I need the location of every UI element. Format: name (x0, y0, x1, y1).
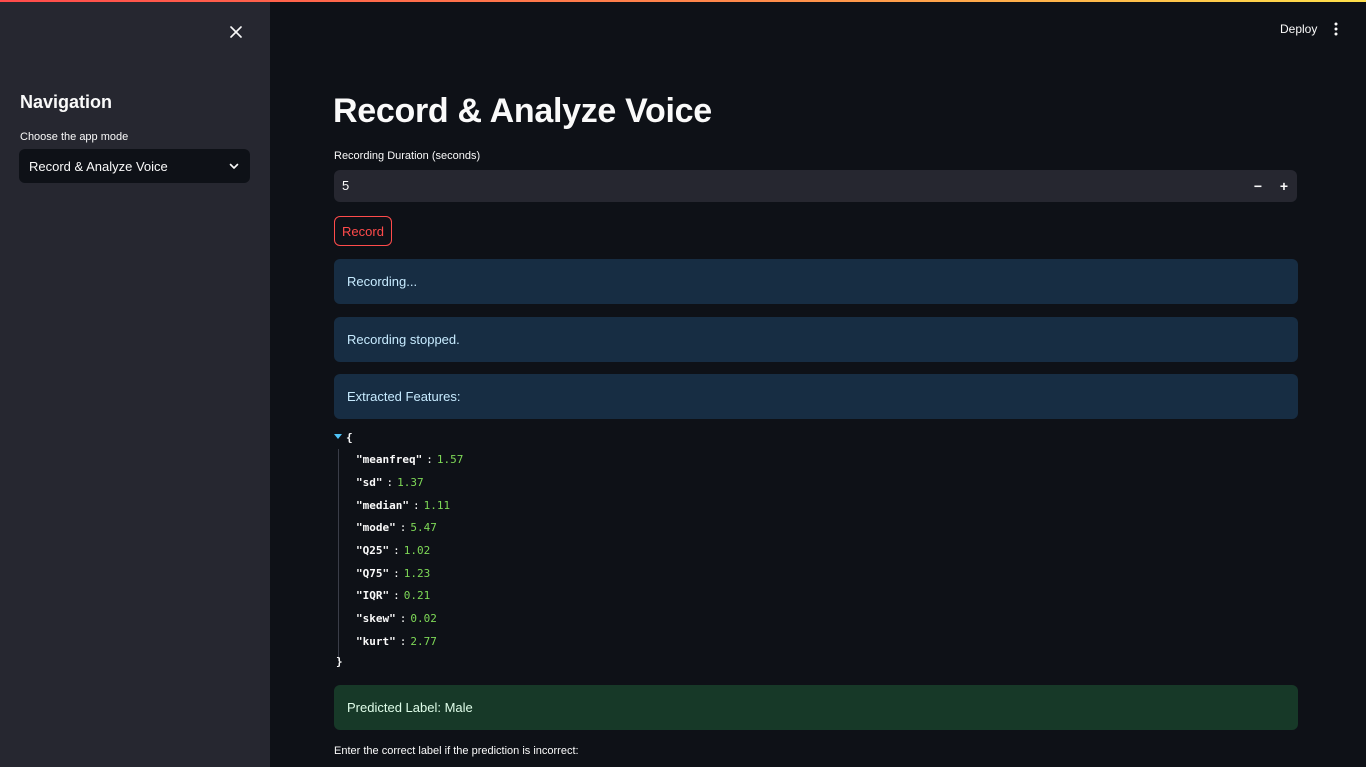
sidebar-title: Navigation (20, 92, 113, 112)
json-entry: "mode":5.47 (356, 521, 437, 534)
json-entry: "IQR":0.21 (356, 589, 431, 602)
extracted-features-alert: Extracted Features: (334, 374, 1298, 419)
mode-select-label: Choose the app mode (20, 131, 129, 143)
json-open-brace: { (346, 431, 353, 444)
recording-alert: Recording... (334, 259, 1298, 304)
mode-select-value: Record & Analyze Voice (29, 158, 168, 174)
chevron-down-icon (229, 163, 239, 169)
json-entry: "Q25":1.02 (356, 544, 431, 557)
json-entry: "Q75":1.23 (356, 567, 431, 580)
duration-label: Recording Duration (seconds) (334, 150, 481, 162)
close-icon (230, 26, 242, 38)
prediction-alert-text: Predicted Label: Male (347, 700, 473, 715)
duration-value[interactable]: 5 (342, 170, 349, 202)
mode-select[interactable]: Record & Analyze Voice (19, 149, 250, 183)
json-entry: "meanfreq":1.57 (356, 453, 464, 466)
prediction-alert: Predicted Label: Male (334, 685, 1298, 730)
correct-label-prompt: Enter the correct label if the predictio… (334, 745, 579, 757)
duration-number-input[interactable]: 5 − + (334, 170, 1297, 202)
page-title: Record & Analyze Voice (333, 92, 712, 130)
deploy-button[interactable]: Deploy (1274, 18, 1323, 40)
more-vertical-icon (1334, 22, 1338, 36)
extracted-features-alert-text: Extracted Features: (347, 389, 461, 404)
main-menu-button[interactable] (1325, 18, 1347, 40)
record-button[interactable]: Record (334, 216, 392, 246)
json-entries: "meanfreq":1.57 "sd":1.37 "median":1.11 … (338, 449, 539, 661)
json-entry: "sd":1.37 (356, 476, 424, 489)
sidebar: Navigation Choose the app mode Record & … (0, 2, 270, 767)
decrement-button[interactable]: − (1247, 174, 1269, 198)
json-collapse-toggle-icon[interactable] (334, 434, 342, 439)
increment-button[interactable]: + (1273, 174, 1295, 198)
recording-alert-text: Recording... (347, 274, 418, 289)
json-entry: "skew":0.02 (356, 612, 437, 625)
json-entry: "kurt":2.77 (356, 635, 437, 648)
json-entry: "median":1.11 (356, 499, 451, 512)
sidebar-close-button[interactable] (224, 20, 248, 44)
recording-stopped-alert: Recording stopped. (334, 317, 1298, 362)
recording-stopped-alert-text: Recording stopped. (347, 332, 460, 347)
json-close-brace: } (336, 655, 343, 668)
